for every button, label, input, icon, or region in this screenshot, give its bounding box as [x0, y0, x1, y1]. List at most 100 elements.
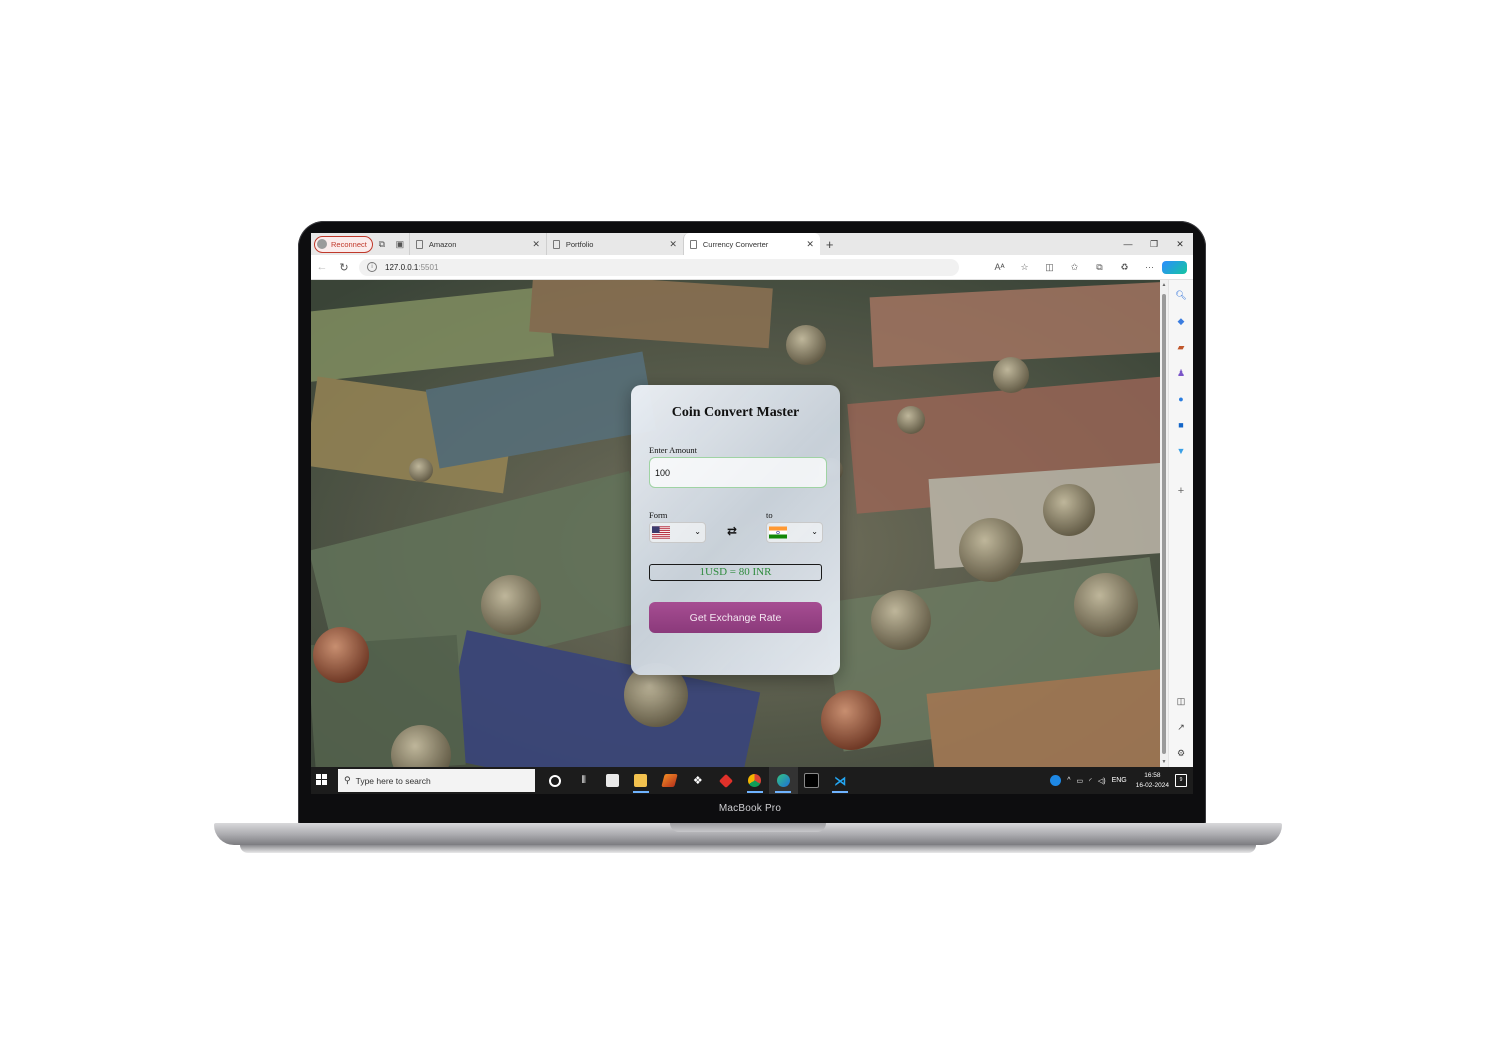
tab-close-icon[interactable]: ✕ — [532, 239, 540, 250]
to-label: to — [766, 510, 773, 520]
chrome-icon[interactable] — [741, 767, 770, 794]
minimize-button[interactable]: — — [1115, 239, 1141, 250]
refresh-icon[interactable]: ↻ — [333, 261, 355, 274]
hide-sidebar-icon[interactable]: ◫ — [1173, 696, 1189, 708]
swap-currency-icon[interactable]: ⇄ — [727, 524, 737, 538]
page-icon — [552, 239, 560, 249]
chevron-down-icon: ⌄ — [811, 527, 818, 536]
clock-time: 16:58 — [1144, 771, 1161, 779]
add-sidebar-app-icon[interactable]: + — [1173, 485, 1189, 497]
extensions-icon[interactable]: ♻ — [1112, 262, 1137, 273]
tab-title: Currency Converter — [702, 239, 769, 249]
address-bar-actions: Aᴬ ☆ ◫ ✩ ⧉ ♻ ··· — [987, 260, 1193, 274]
favorites-icon[interactable]: ✩ — [1062, 262, 1087, 273]
us-flag-icon — [652, 526, 670, 539]
url-host: 127.0.0.1 — [385, 262, 419, 272]
from-label: Form — [649, 510, 668, 520]
tab-amazon[interactable]: Amazon ✕ — [408, 233, 546, 255]
chevron-up-icon[interactable]: ^ — [1067, 777, 1070, 784]
profile-reconnect-button[interactable]: Reconnect — [314, 235, 373, 253]
cortana-icon[interactable] — [541, 767, 570, 794]
collections-icon[interactable]: ⧉ — [1087, 262, 1112, 273]
site-info-icon[interactable]: i — [367, 262, 377, 272]
vscode-icon[interactable]: ⋊ — [826, 767, 855, 794]
tab-close-icon[interactable]: ✕ — [806, 239, 814, 250]
shopping-tag-icon[interactable]: ◆ — [1173, 316, 1189, 328]
back-icon[interactable]: ← — [311, 261, 333, 273]
tab-portfolio[interactable]: Portfolio ✕ — [545, 233, 683, 255]
page-icon — [689, 239, 697, 249]
device-label: MacBook Pro — [718, 803, 782, 814]
read-aloud-icon[interactable]: Aᴬ — [987, 262, 1012, 272]
get-exchange-rate-button[interactable]: Get Exchange Rate — [649, 602, 822, 633]
games-icon[interactable]: ♟ — [1173, 368, 1189, 380]
edge-icon[interactable] — [769, 767, 798, 794]
help-icon[interactable] — [1050, 775, 1062, 786]
tab-currency-converter[interactable]: Currency Converter ✕ — [682, 233, 820, 255]
laptop-notch — [670, 823, 826, 832]
tools-icon[interactable]: ▰ — [1173, 342, 1189, 354]
battery-icon[interactable]: ▭ — [1077, 777, 1084, 785]
windows-taskbar: ⚲ Type here to search ⫴ ❖ ⋊ ^ ▭ ◜ ◁) ENG… — [311, 767, 1193, 794]
exchange-rate-result: 1USD = 80 INR — [649, 564, 822, 581]
laptop-base-shadow — [240, 845, 1256, 853]
microsoft-365-icon[interactable]: ● — [1173, 394, 1189, 406]
restore-button[interactable]: ❐ — [1141, 239, 1167, 250]
india-flag-icon — [769, 526, 787, 539]
address-bar: ← ↻ i 127.0.0.1 :5501 Aᴬ ☆ ◫ ✩ ⧉ ♻ ··· — [311, 255, 1193, 280]
screen: Reconnect ⧉ ▣ Amazon ✕ Portfolio ✕ Curre… — [311, 233, 1193, 794]
tab-close-icon[interactable]: ✕ — [669, 239, 677, 250]
file-explorer-icon[interactable] — [627, 767, 656, 794]
taskbar-search-box[interactable]: ⚲ Type here to search — [338, 769, 535, 792]
search-icon[interactable]: 🔍︎ — [1173, 290, 1189, 302]
volume-icon[interactable]: ◁) — [1098, 777, 1106, 785]
task-view-icon[interactable]: ⫴ — [570, 767, 599, 794]
language-indicator[interactable]: ENG — [1112, 777, 1127, 784]
amount-input[interactable] — [649, 457, 827, 488]
workspaces-icon[interactable]: ⧉ — [373, 239, 391, 250]
anydesk-icon[interactable] — [712, 767, 741, 794]
external-link-icon[interactable]: ↗ — [1173, 722, 1189, 734]
taskbar-search-placeholder: Type here to search — [355, 775, 431, 786]
url-port: :5501 — [418, 262, 439, 272]
wifi-icon[interactable]: ◜ — [1089, 777, 1092, 785]
mail-icon[interactable] — [598, 767, 627, 794]
taskbar-clock[interactable]: 16:58 16-02-2024 — [1136, 771, 1169, 791]
gear-icon[interactable]: ⚙ — [1173, 748, 1189, 760]
browser-tab-strip: Reconnect ⧉ ▣ Amazon ✕ Portfolio ✕ Curre… — [311, 233, 1193, 255]
system-tray: ^ ▭ ◜ ◁) ENG 16:58 16-02-2024 9 — [1047, 767, 1187, 794]
url-field[interactable]: i 127.0.0.1 :5501 — [359, 258, 959, 276]
terminal-icon[interactable] — [798, 767, 827, 794]
more-icon[interactable]: ··· — [1137, 262, 1162, 272]
close-window-button[interactable]: ✕ — [1167, 239, 1193, 250]
edge-sidebar: 🔍︎ ◆ ▰ ♟ ● ■ ▼ + ◫ ↗ ⚙ — [1168, 280, 1193, 767]
new-tab-button[interactable]: + — [826, 237, 834, 252]
copilot-icon[interactable] — [1162, 260, 1187, 274]
app-title: Coin Convert Master — [671, 405, 800, 420]
from-currency-select[interactable]: ⌄ — [649, 522, 706, 543]
scrollbar-thumb[interactable] — [1162, 294, 1166, 754]
tab-title: Amazon — [428, 239, 457, 249]
page-viewport: Coin Convert Master Enter Amount Form to… — [311, 280, 1160, 767]
scroll-down-icon[interactable]: ▼ — [1160, 759, 1168, 765]
clock-date: 16-02-2024 — [1135, 781, 1169, 789]
profile-reconnect-label: Reconnect — [331, 239, 367, 249]
tab-actions-icon[interactable]: ▣ — [391, 239, 409, 250]
favorite-star-icon[interactable]: ☆ — [1012, 262, 1037, 273]
window-controls: — ❐ ✕ — [1115, 239, 1193, 250]
page-scrollbar[interactable]: ▲ ▼ — [1160, 280, 1168, 767]
dropbox-icon[interactable]: ❖ — [684, 767, 713, 794]
matlab-icon[interactable] — [655, 767, 684, 794]
split-screen-icon[interactable]: ◫ — [1037, 262, 1062, 273]
drop-icon[interactable]: ▼ — [1173, 446, 1189, 458]
search-icon: ⚲ — [344, 775, 351, 786]
outlook-icon[interactable]: ■ — [1173, 420, 1189, 432]
amount-label: Enter Amount — [649, 445, 697, 455]
page-icon — [415, 239, 423, 249]
to-currency-select[interactable]: ⌄ — [766, 522, 823, 543]
windows-start-icon[interactable] — [316, 774, 328, 786]
notification-center-icon[interactable]: 9 — [1175, 774, 1187, 787]
converter-card: Coin Convert Master Enter Amount Form to… — [631, 385, 840, 675]
scroll-up-icon[interactable]: ▲ — [1160, 282, 1168, 288]
tab-title: Portfolio — [565, 239, 594, 249]
